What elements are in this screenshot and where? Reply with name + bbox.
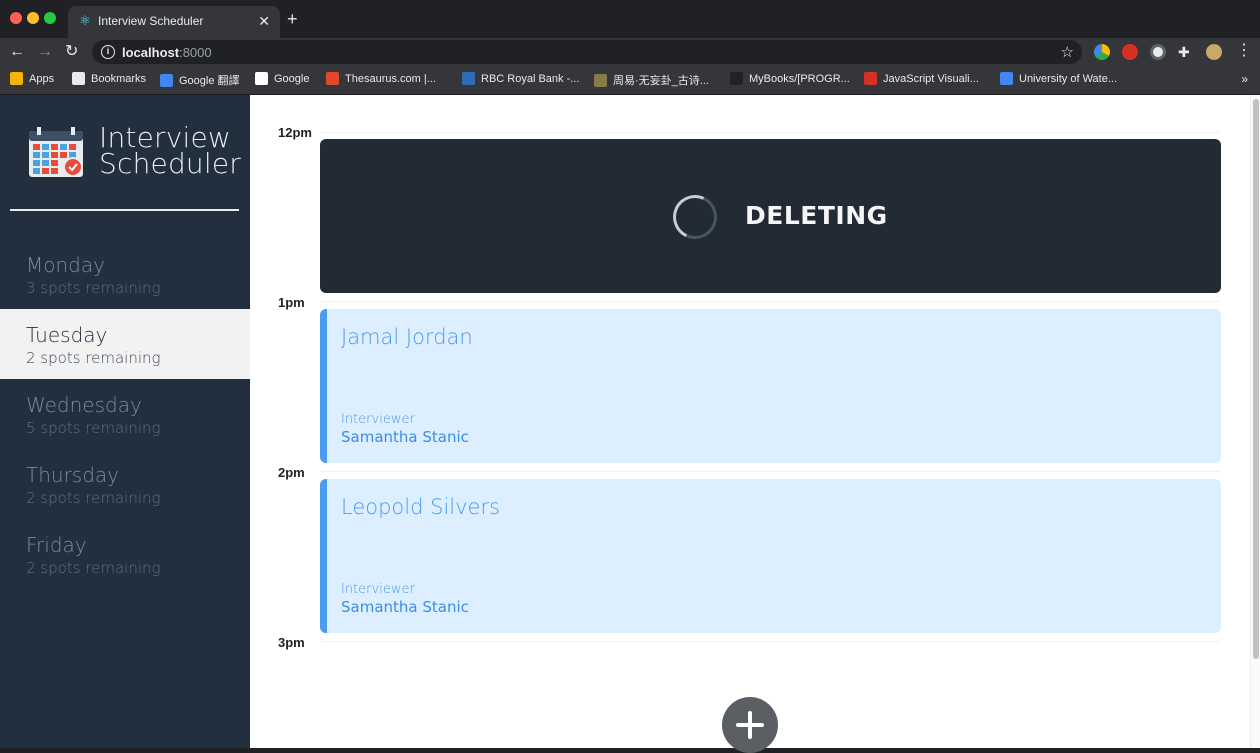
day-list-item-thursday[interactable]: Thursday 2 spots remaining <box>0 449 250 519</box>
day-list-item-friday[interactable]: Friday 2 spots remaining <box>0 519 250 589</box>
close-icon[interactable]: ✕ <box>258 13 270 29</box>
status-text: DELETING <box>745 201 888 230</box>
thesaurus-icon <box>326 72 339 85</box>
back-arrow-icon[interactable]: ← <box>9 41 25 63</box>
address-bar[interactable]: i localhost:8000 ☆ <box>92 40 1082 64</box>
university-icon <box>1000 72 1013 85</box>
bookmark-label: Bookmarks <box>91 72 147 85</box>
schedule: 12pm DELETING 1pm Jamal Jordan Interview… <box>250 95 1260 753</box>
scrollbar[interactable] <box>1250 95 1260 748</box>
rbc-icon <box>462 72 475 85</box>
bookmark-label: University of Wate... <box>1019 72 1118 85</box>
extension-icon[interactable] <box>1150 44 1166 60</box>
day-list-item-monday[interactable]: Monday 3 spots remaining <box>0 239 250 309</box>
bookmark-item[interactable]: Bookmarks <box>72 72 146 85</box>
bookmark-item[interactable]: University of Wate... <box>1000 72 1117 85</box>
time-label: 3pm <box>278 635 305 650</box>
day-name: Wednesday <box>26 393 142 417</box>
bookmark-item[interactable]: MyBooks/[PROGR... <box>730 72 850 85</box>
time-label: 12pm <box>278 125 312 140</box>
bookmark-label: 周易·无妄卦_古诗... <box>613 75 709 87</box>
bookmark-label: Google 翻譯 <box>179 75 240 87</box>
app-root: Interview Scheduler Monday 3 spots remain… <box>0 95 1260 753</box>
new-tab-icon[interactable]: + <box>287 9 298 29</box>
student-name: Jamal Jordan <box>341 325 473 349</box>
url-text[interactable]: localhost:8000 <box>122 45 212 60</box>
bookmark-item[interactable]: Google 翻譯 <box>160 72 240 88</box>
bookmark-star-icon[interactable]: ☆ <box>1061 43 1074 61</box>
interviewer-label: Interviewer <box>341 582 415 597</box>
add-appointment-button[interactable] <box>722 697 778 753</box>
info-icon[interactable]: i <box>101 45 115 59</box>
calendar-logo-icon <box>29 127 83 177</box>
interviewer-name: Samantha Stanic <box>341 598 469 616</box>
bookmark-item[interactable]: Apps <box>10 72 54 85</box>
bookmark-label: JavaScript Visuali... <box>883 72 979 85</box>
sidebar: Interview Scheduler Monday 3 spots remain… <box>0 95 250 748</box>
star-icon <box>72 72 85 85</box>
bookmark-item[interactable]: Thesaurus.com |... <box>326 72 436 85</box>
day-name: Thursday <box>26 463 119 487</box>
bookmark-item[interactable]: JavaScript Visuali... <box>864 72 979 85</box>
kebab-menu-icon[interactable]: ⋮ <box>1236 42 1252 60</box>
bookmark-label: Apps <box>29 72 55 85</box>
interviewer-name: Samantha Stanic <box>341 428 469 446</box>
bookmarks-bar: » Apps Bookmarks Google 翻譯 Google Thesaurus.… <box>0 66 1260 95</box>
google-translate-icon <box>160 73 173 87</box>
google-icon <box>255 72 268 85</box>
time-label: 1pm <box>278 295 305 310</box>
hour-divider <box>320 301 1220 302</box>
sidebar-divider <box>10 209 239 211</box>
browser-toolbar: ← → ↻ i localhost:8000 ☆ ✚ ⋮ <box>0 38 1260 66</box>
appointment-card[interactable]: Jamal Jordan Interviewer Samantha Stanic <box>320 309 1221 463</box>
puzzle-extensions-icon[interactable]: ✚ <box>1178 44 1194 60</box>
appointment-card[interactable]: Leopold Silvers Interviewer Samantha Sta… <box>320 479 1221 633</box>
bookmark-item[interactable]: Google <box>255 72 309 85</box>
interviewer-label: Interviewer <box>341 412 415 427</box>
spots-remaining: 2 spots remaining <box>26 349 161 367</box>
github-icon <box>730 72 743 85</box>
brand-title: Interview Scheduler <box>99 121 241 180</box>
hour-divider <box>320 132 1220 133</box>
hour-divider <box>320 641 1220 642</box>
student-name: Leopold Silvers <box>341 495 501 519</box>
bookmark-label: RBC Royal Bank -... <box>481 72 580 85</box>
scrollbar-thumb[interactable] <box>1253 99 1259 659</box>
window-maximize-button[interactable] <box>44 12 56 24</box>
window-close-button[interactable] <box>10 12 22 24</box>
tab-title: Interview Scheduler <box>98 14 204 28</box>
bookmark-item[interactable]: 周易·无妄卦_古诗... <box>594 72 709 88</box>
book-icon <box>594 73 607 87</box>
hour-divider <box>320 471 1220 472</box>
bookmark-label: Google <box>274 72 310 85</box>
bookmark-item[interactable]: RBC Royal Bank -... <box>462 72 579 85</box>
day-name: Tuesday <box>26 323 108 347</box>
day-list-item-tuesday[interactable]: Tuesday 2 spots remaining <box>0 309 250 379</box>
browser-tab-strip: ⚛ Interview Scheduler ✕ + <box>0 0 1260 38</box>
react-icon: ⚛ <box>79 13 91 28</box>
spots-remaining: 2 spots remaining <box>26 489 161 507</box>
bookmark-label: MyBooks/[PROGR... <box>749 72 850 85</box>
loading-spinner-icon <box>666 188 724 246</box>
window-minimize-button[interactable] <box>27 12 39 24</box>
day-name: Monday <box>26 253 105 277</box>
apps-grid-icon <box>10 72 23 85</box>
bookmark-label: Thesaurus.com |... <box>345 72 436 85</box>
browser-tab[interactable]: ⚛ Interview Scheduler ✕ <box>68 6 280 38</box>
spots-remaining: 2 spots remaining <box>26 559 161 577</box>
profile-avatar-icon[interactable] <box>1206 44 1222 60</box>
spots-remaining: 3 spots remaining <box>26 279 161 297</box>
more-bookmarks-icon[interactable]: » <box>1241 72 1248 86</box>
extension-icon[interactable] <box>1094 44 1110 60</box>
extension-icon[interactable] <box>1122 44 1138 60</box>
js-visualizer-icon <box>864 72 877 85</box>
deleting-status-card: DELETING <box>320 139 1221 293</box>
reload-icon[interactable]: ↻ <box>65 41 78 63</box>
spots-remaining: 5 spots remaining <box>26 419 161 437</box>
time-label: 2pm <box>278 465 305 480</box>
day-list-item-wednesday[interactable]: Wednesday 5 spots remaining <box>0 379 250 449</box>
forward-arrow-icon[interactable]: → <box>37 41 53 63</box>
day-name: Friday <box>26 533 87 557</box>
